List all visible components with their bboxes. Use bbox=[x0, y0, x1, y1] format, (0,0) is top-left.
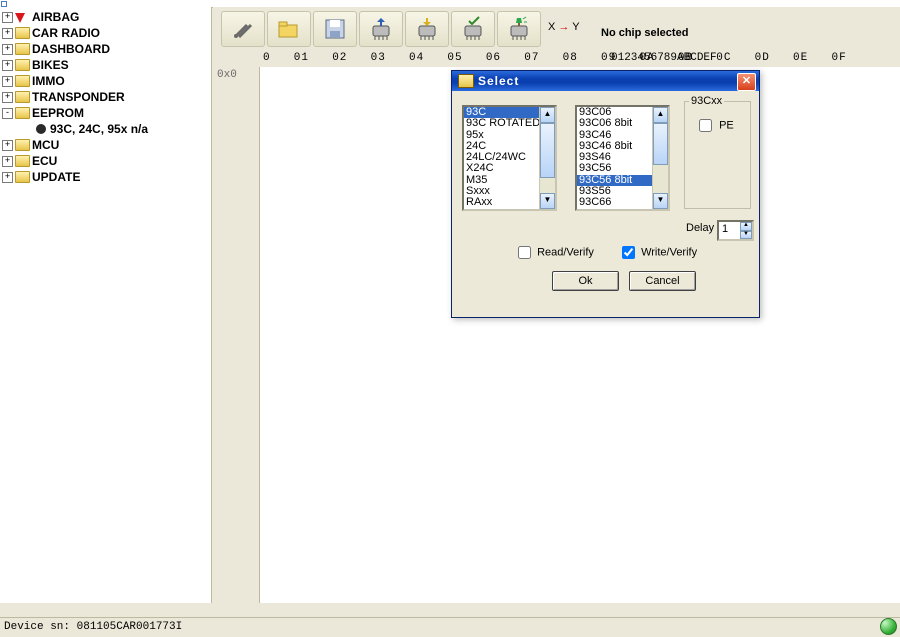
writeverify-row: Write/Verify bbox=[618, 243, 697, 262]
tree-child[interactable]: 93C, 24C, 95x n/a bbox=[2, 121, 211, 137]
folder-icon bbox=[15, 42, 29, 56]
expand-toggle[interactable]: - bbox=[2, 108, 13, 119]
bullet-icon bbox=[36, 124, 46, 134]
select-dialog: Select ✕ 93C93C ROTATED95x24C24LC/24WCX2… bbox=[451, 70, 760, 318]
folder-icon bbox=[15, 106, 29, 120]
expand-toggle[interactable]: + bbox=[2, 28, 13, 39]
tree-label: ECU bbox=[32, 154, 57, 168]
chip-erase-button[interactable] bbox=[497, 11, 541, 47]
tree-label: CAR RADIO bbox=[32, 26, 100, 40]
scroll-up-button[interactable]: ▲ bbox=[540, 107, 555, 123]
scrollbar[interactable]: ▲ ▼ bbox=[539, 107, 555, 209]
tree-label: AIRBAG bbox=[32, 10, 79, 24]
group-label: 93Cxx bbox=[689, 95, 724, 107]
tree-node-immo[interactable]: + IMMO bbox=[2, 73, 211, 89]
scroll-down-button[interactable]: ▼ bbox=[540, 193, 555, 209]
scrollbar[interactable]: ▲ ▼ bbox=[652, 107, 668, 209]
folder-icon bbox=[458, 74, 474, 88]
expand-toggle[interactable]: + bbox=[2, 172, 13, 183]
tree-node-bikes[interactable]: + BIKES bbox=[2, 57, 211, 73]
readverify-checkbox[interactable] bbox=[518, 246, 531, 259]
scroll-thumb[interactable] bbox=[540, 123, 555, 178]
hex-offset-labels: 0 01 02 03 04 05 06 07 08 09 0A 0B 0C 0D… bbox=[263, 52, 847, 64]
close-button[interactable]: ✕ bbox=[737, 73, 756, 91]
folder-icon bbox=[15, 26, 29, 40]
status-bar: Device sn: 081105CAR001773I bbox=[0, 617, 900, 637]
hex-addr-0: 0x0 bbox=[213, 67, 259, 83]
expand-toggle[interactable]: + bbox=[2, 92, 13, 103]
tree-label: EEPROM bbox=[32, 106, 84, 120]
scroll-up-button[interactable]: ▲ bbox=[653, 107, 668, 123]
folder-icon bbox=[15, 58, 29, 72]
status-text: Device sn: 081105CAR001773I bbox=[0, 618, 900, 636]
tree-node-airbag[interactable]: + AIRBAG bbox=[2, 9, 211, 25]
pe-label: PE bbox=[719, 119, 734, 131]
tools-button[interactable] bbox=[221, 11, 265, 47]
folder-icon bbox=[15, 154, 29, 168]
writeverify-label: Write/Verify bbox=[641, 246, 697, 258]
chip-status: No chip selected bbox=[601, 27, 688, 39]
tree-node-ecu[interactable]: + ECU bbox=[2, 153, 211, 169]
tree-label: BIKES bbox=[32, 58, 69, 72]
expand-toggle[interactable]: + bbox=[2, 60, 13, 71]
tree-node-car-radio[interactable]: + CAR RADIO bbox=[2, 25, 211, 41]
expand-toggle[interactable]: + bbox=[2, 140, 13, 151]
delay-spinbox[interactable]: 1 ▲ ▼ bbox=[717, 220, 754, 241]
tree-node-update[interactable]: + UPDATE bbox=[2, 169, 211, 185]
expand-toggle[interactable]: + bbox=[2, 156, 13, 167]
ok-button[interactable]: Ok bbox=[552, 271, 619, 291]
expand-toggle[interactable]: + bbox=[2, 44, 13, 55]
dialog-titlebar[interactable]: Select ✕ bbox=[452, 71, 759, 91]
scroll-thumb[interactable] bbox=[653, 123, 668, 165]
save-button[interactable] bbox=[313, 11, 357, 47]
folder-icon bbox=[15, 74, 29, 88]
pe-checkbox[interactable] bbox=[699, 119, 712, 132]
tree-label: TRANSPONDER bbox=[32, 90, 125, 104]
tree-label: MCU bbox=[32, 138, 59, 152]
folder-icon bbox=[15, 170, 29, 184]
tree-node-dashboard[interactable]: + DASHBOARD bbox=[2, 41, 211, 57]
hex-ascii-header: 0123456789ABCDEF bbox=[611, 52, 717, 64]
toolbar: X → Y No chip selected bbox=[213, 7, 900, 50]
options-group: 93Cxx PE bbox=[684, 101, 751, 209]
xy-label: X → Y bbox=[548, 21, 580, 33]
spin-down-button[interactable]: ▼ bbox=[740, 231, 752, 240]
tree-label: IMMO bbox=[32, 74, 65, 88]
cancel-button[interactable]: Cancel bbox=[629, 271, 696, 291]
device-listbox[interactable]: 93C0693C06 8bit93C4693C46 8bit93S4693C56… bbox=[575, 105, 670, 211]
scroll-down-button[interactable]: ▼ bbox=[653, 193, 668, 209]
writeverify-checkbox[interactable] bbox=[622, 246, 635, 259]
expand-toggle[interactable]: + bbox=[2, 76, 13, 87]
tree-child-label: 93C, 24C, 95x n/a bbox=[50, 122, 148, 136]
expand-toggle[interactable]: + bbox=[2, 12, 13, 23]
tree-label: DASHBOARD bbox=[32, 42, 110, 56]
family-listbox[interactable]: 93C93C ROTATED95x24C24LC/24WCX24CM35Sxxx… bbox=[462, 105, 557, 211]
spin-up-button[interactable]: ▲ bbox=[740, 222, 752, 231]
tree-panel: + AIRBAG + CAR RADIO + DASHBOARD + BIKES + IMMO + T… bbox=[0, 7, 212, 603]
folder-icon bbox=[15, 90, 29, 104]
pin-icon bbox=[15, 10, 29, 24]
tree-node-transponder[interactable]: + TRANSPONDER bbox=[2, 89, 211, 105]
dialog-title: Select bbox=[478, 74, 519, 88]
connection-led-icon bbox=[880, 618, 897, 635]
pe-checkbox-row: PE bbox=[695, 116, 734, 135]
chip-write-button[interactable] bbox=[405, 11, 449, 47]
chip-read-button[interactable] bbox=[359, 11, 403, 47]
open-button[interactable] bbox=[267, 11, 311, 47]
tree-label: UPDATE bbox=[32, 170, 80, 184]
hex-address-gutter: 0x0 bbox=[213, 67, 260, 603]
chip-verify-button[interactable] bbox=[451, 11, 495, 47]
tree-node-eeprom[interactable]: - EEPROM bbox=[2, 105, 211, 121]
readverify-label: Read/Verify bbox=[537, 246, 594, 258]
folder-icon bbox=[15, 138, 29, 152]
delay-label: Delay bbox=[686, 222, 714, 234]
tree-node-mcu[interactable]: + MCU bbox=[2, 137, 211, 153]
readverify-row: Read/Verify bbox=[514, 243, 594, 262]
hex-header: 0 01 02 03 04 05 06 07 08 09 0A 0B 0C 0D… bbox=[213, 49, 900, 68]
